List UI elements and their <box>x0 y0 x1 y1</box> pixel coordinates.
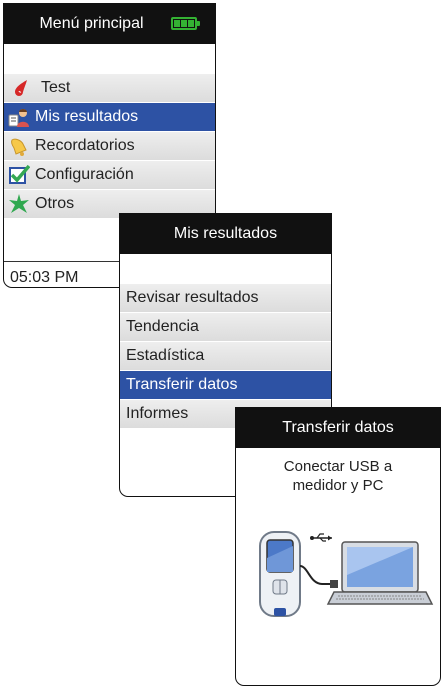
menu-item-label: Test <box>41 79 71 96</box>
main-menu-titlebar: Menú principal <box>4 4 215 44</box>
bell-icon <box>8 135 30 157</box>
instruction-line-1: Conectar USB a <box>283 458 393 475</box>
menu-item-label: Transferir datos <box>126 376 238 393</box>
menu-item-label: Tendencia <box>126 318 199 335</box>
menu-item-mis-resultados[interactable]: Mis resultados <box>4 103 215 132</box>
menu-item-label: Otros <box>35 195 75 212</box>
checkbox-icon <box>8 164 30 186</box>
instruction-line-2: medidor y PC <box>292 477 384 494</box>
menu-item-label: Configuración <box>35 166 134 183</box>
transfer-instruction: Conectar USB a medidor y PC <box>236 448 440 495</box>
menu-item-label: Mis resultados <box>35 108 139 125</box>
menu-item-recordatorios[interactable]: Recordatorios <box>4 132 215 161</box>
results-person-icon <box>8 106 30 128</box>
results-menu-titlebar: Mis resultados <box>120 214 331 254</box>
menu-item-tendencia[interactable]: Tendencia <box>120 313 331 342</box>
menu-item-transferir-datos[interactable]: Transferir datos <box>120 371 331 400</box>
usb-cable <box>299 565 338 588</box>
menu-item-revisar-resultados[interactable]: Revisar resultados <box>120 284 331 313</box>
menu-item-label: Recordatorios <box>35 137 135 154</box>
laptop-icon <box>326 541 434 605</box>
results-menu-title: Mis resultados <box>173 225 278 242</box>
usb-connection-illustration <box>256 528 436 629</box>
transfer-title: Transferir datos <box>282 419 394 436</box>
menu-item-estadistica[interactable]: Estadística <box>120 342 331 371</box>
blood-drop-icon <box>10 77 32 99</box>
transfer-titlebar: Transferir datos <box>236 408 440 448</box>
menu-item-label: Revisar resultados <box>126 289 259 306</box>
transfer-screen: Transferir datos Conectar USB a medidor … <box>235 407 441 686</box>
menu-item-label: Informes <box>126 405 189 422</box>
main-menu-title: Menú principal <box>39 15 144 32</box>
menu-item-label: Estadística <box>126 347 205 364</box>
usb-icon <box>310 533 332 542</box>
star-icon <box>8 193 30 215</box>
menu-item-configuracion[interactable]: Configuración <box>4 161 215 190</box>
menu-item-test[interactable]: Test <box>4 74 215 103</box>
battery-icon <box>171 17 200 30</box>
glucose-meter-icon <box>259 531 301 617</box>
